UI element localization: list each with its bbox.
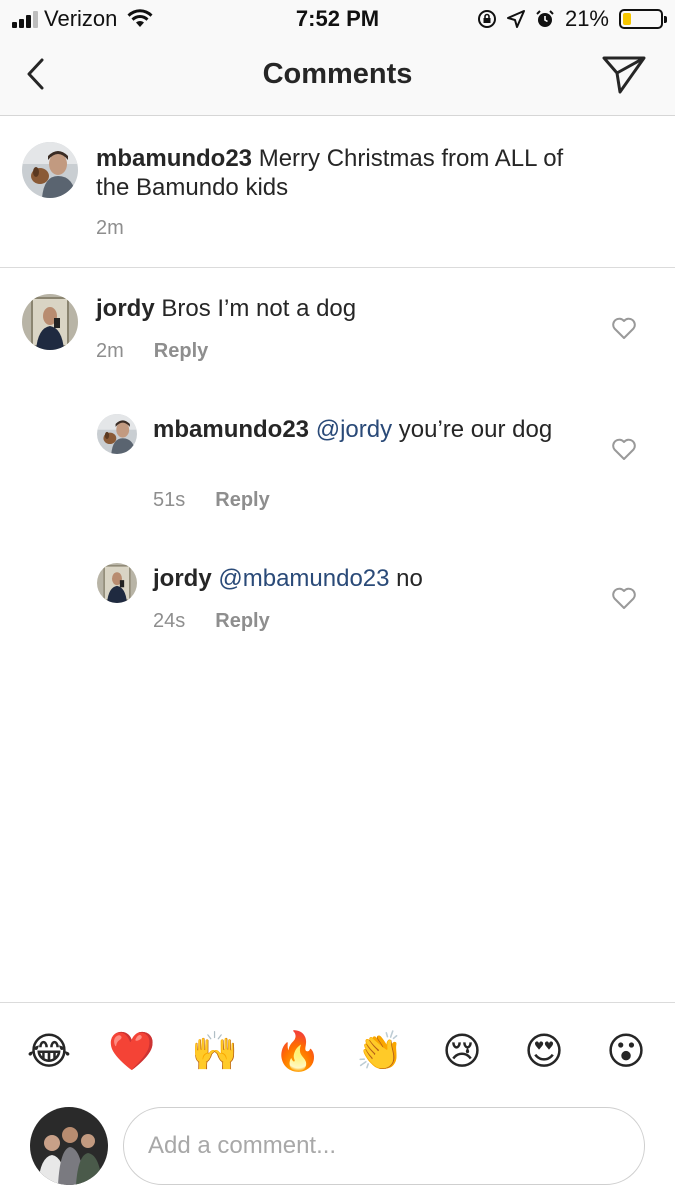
like-heart-icon[interactable] [611,586,637,610]
emoji-heart-eyes[interactable]: 😍 [521,1029,567,1075]
quick-emoji-bar: 😂 ❤️ 🙌 🔥 👏 😢 😍 😮 [0,1002,675,1098]
location-arrow-icon [506,10,525,28]
caption-meta: 2m [96,217,124,240]
comment-meta: 2m Reply [96,340,208,363]
like-heart-icon[interactable] [611,437,637,461]
emoji-surprised-face[interactable]: 😮 [603,1029,649,1075]
comment-text: jordy @mbamundo23 no [153,564,573,593]
avatar-jordy[interactable] [22,294,78,350]
comment-timestamp: 51s [153,489,186,511]
comment-text: jordy Bros I’m not a dog [96,294,596,323]
caption-text: mbamundo23 Merry Christmas from ALL of t… [96,144,596,202]
navigation-bar: Comments [0,38,675,116]
page-title: Comments [262,58,413,90]
avatar-mbamundo23[interactable] [97,414,137,454]
comment-timestamp: 24s [153,610,186,632]
comment-username[interactable]: jordy [153,565,212,592]
comment-body: you’re our dog [392,416,553,443]
emoji-crying-face[interactable]: 😢 [439,1029,485,1075]
comment-timestamp: 2m [96,340,124,362]
caption-username[interactable]: mbamundo23 [96,145,252,172]
orientation-lock-icon [477,10,496,28]
comment-body: no [389,565,423,592]
emoji-laughing-tears[interactable]: 😂 [26,1029,72,1075]
emoji-red-heart[interactable]: ❤️ [108,1029,155,1075]
comment-username[interactable]: mbamundo23 [153,416,309,443]
caption-timestamp: 2m [96,217,124,239]
comment-text: mbamundo23 @jordy you’re our dog [153,415,573,444]
battery-percent: 21% [564,6,609,31]
add-comment-input[interactable] [124,1108,644,1184]
comment-meta: 24s Reply [153,610,270,633]
avatar-current-user[interactable] [30,1107,108,1185]
paper-plane-icon[interactable] [601,54,647,96]
like-heart-icon[interactable] [611,316,637,340]
comment-composer [0,1098,675,1200]
emoji-raised-hands[interactable]: 🙌 [191,1029,238,1075]
avatar-jordy[interactable] [97,563,137,603]
avatar-mbamundo23[interactable] [22,142,78,198]
comment-meta: 51s Reply [153,489,270,512]
reply-button[interactable]: Reply [154,340,208,363]
alarm-icon [536,10,554,27]
emoji-fire[interactable]: 🔥 [274,1029,321,1075]
status-right: 21% [477,6,667,32]
reply-button[interactable]: Reply [215,489,269,512]
battery-icon [619,9,667,29]
add-comment-input-wrapper[interactable] [123,1107,645,1185]
battery-fill [623,13,631,25]
emoji-clapping-hands[interactable]: 👏 [356,1029,403,1075]
status-bar: Verizon 7:52 PM 21% [0,0,675,38]
reply-button[interactable]: Reply [215,610,269,633]
comment-mention[interactable]: @jordy [316,416,392,443]
comment-body: Bros I’m not a dog [161,295,357,322]
comment-username[interactable]: jordy [96,295,155,322]
comment-mention[interactable]: @mbamundo23 [218,565,389,592]
post-caption: mbamundo23 Merry Christmas from ALL of t… [0,116,675,268]
